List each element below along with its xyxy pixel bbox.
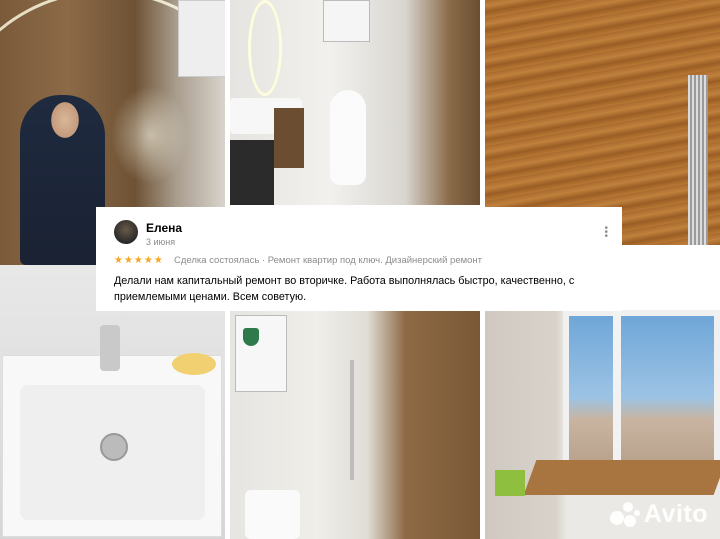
- photo-bathroom-toilet: [230, 0, 480, 205]
- water-heater: [323, 0, 370, 42]
- window-frame: [613, 310, 621, 470]
- water-heater: [235, 315, 287, 392]
- avito-wordmark: Avito: [643, 500, 708, 528]
- deal-info: Сделка состоялась · Ремонт квартир под к…: [174, 255, 483, 266]
- plant-pot: [495, 470, 525, 496]
- water-heater: [178, 0, 225, 77]
- rating-stars: ★★★★★: [114, 255, 164, 266]
- shower-rail: [350, 360, 354, 480]
- avito-logo-icon: [609, 501, 640, 528]
- radiator: [688, 75, 708, 245]
- washing-machine: [230, 140, 274, 205]
- review-date: 3 июня: [146, 237, 176, 247]
- soap-dish: [172, 353, 216, 375]
- avatar[interactable]: [114, 220, 138, 244]
- review-text: Делали нам капитальный ремонт во вторичк…: [114, 275, 575, 303]
- faucet: [100, 325, 120, 371]
- window: [563, 310, 720, 470]
- review-author[interactable]: Елена: [146, 221, 182, 235]
- heater-logo-icon: [243, 328, 259, 346]
- toilet: [330, 90, 366, 185]
- lit-mirror: [248, 0, 282, 96]
- window-sill: [523, 460, 720, 495]
- more-options-icon[interactable]: • • •: [604, 224, 608, 242]
- cabinet: [274, 108, 304, 168]
- photo-shower: [230, 310, 480, 539]
- drain: [100, 433, 128, 461]
- toilet: [245, 490, 300, 539]
- review-card: Елена 3 июня • • • ★★★★★ Сделка состоялась…: [96, 207, 622, 311]
- person: [20, 95, 105, 265]
- avito-watermark: Avito: [609, 500, 708, 529]
